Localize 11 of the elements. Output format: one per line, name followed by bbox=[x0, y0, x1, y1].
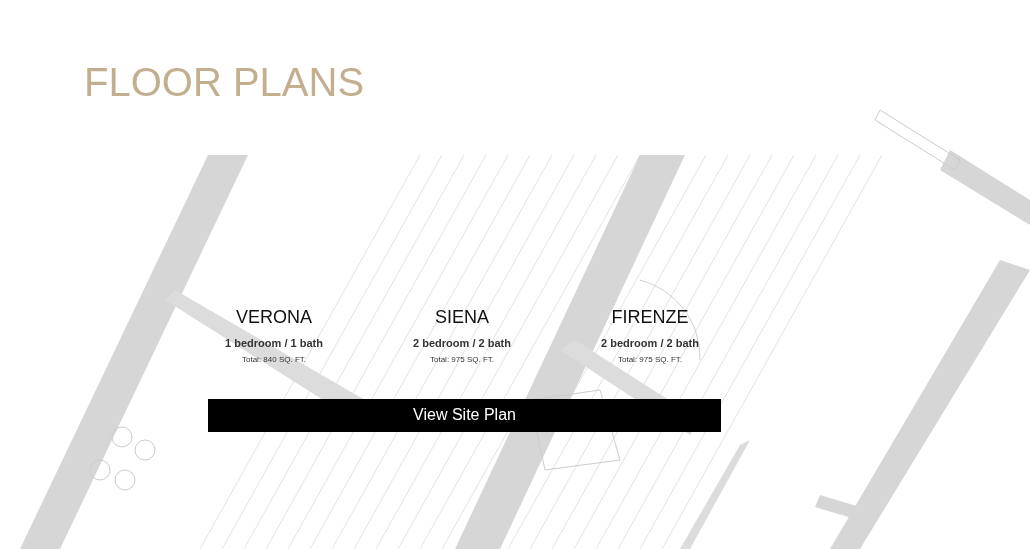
site-plan-button[interactable]: View Site Plan bbox=[208, 398, 721, 432]
page-title: FLOOR PLANS bbox=[84, 59, 365, 106]
plan-area: Total: 840 SQ. FT. bbox=[242, 353, 306, 366]
plan-area: Total: 975 SQ. FT. bbox=[618, 353, 682, 366]
plan-rooms: 2 bedroom / 2 bath bbox=[601, 336, 699, 351]
plan-name[interactable]: SIENA bbox=[435, 306, 489, 328]
plan-area: Total: 975 SQ. FT. bbox=[430, 353, 494, 366]
plan-rooms: 1 bedroom / 1 bath bbox=[225, 336, 323, 351]
plan-rooms: 2 bedroom / 2 bath bbox=[413, 336, 511, 351]
plan-name[interactable]: VERONA bbox=[236, 306, 312, 328]
plan-name[interactable]: FIRENZE bbox=[611, 306, 689, 328]
